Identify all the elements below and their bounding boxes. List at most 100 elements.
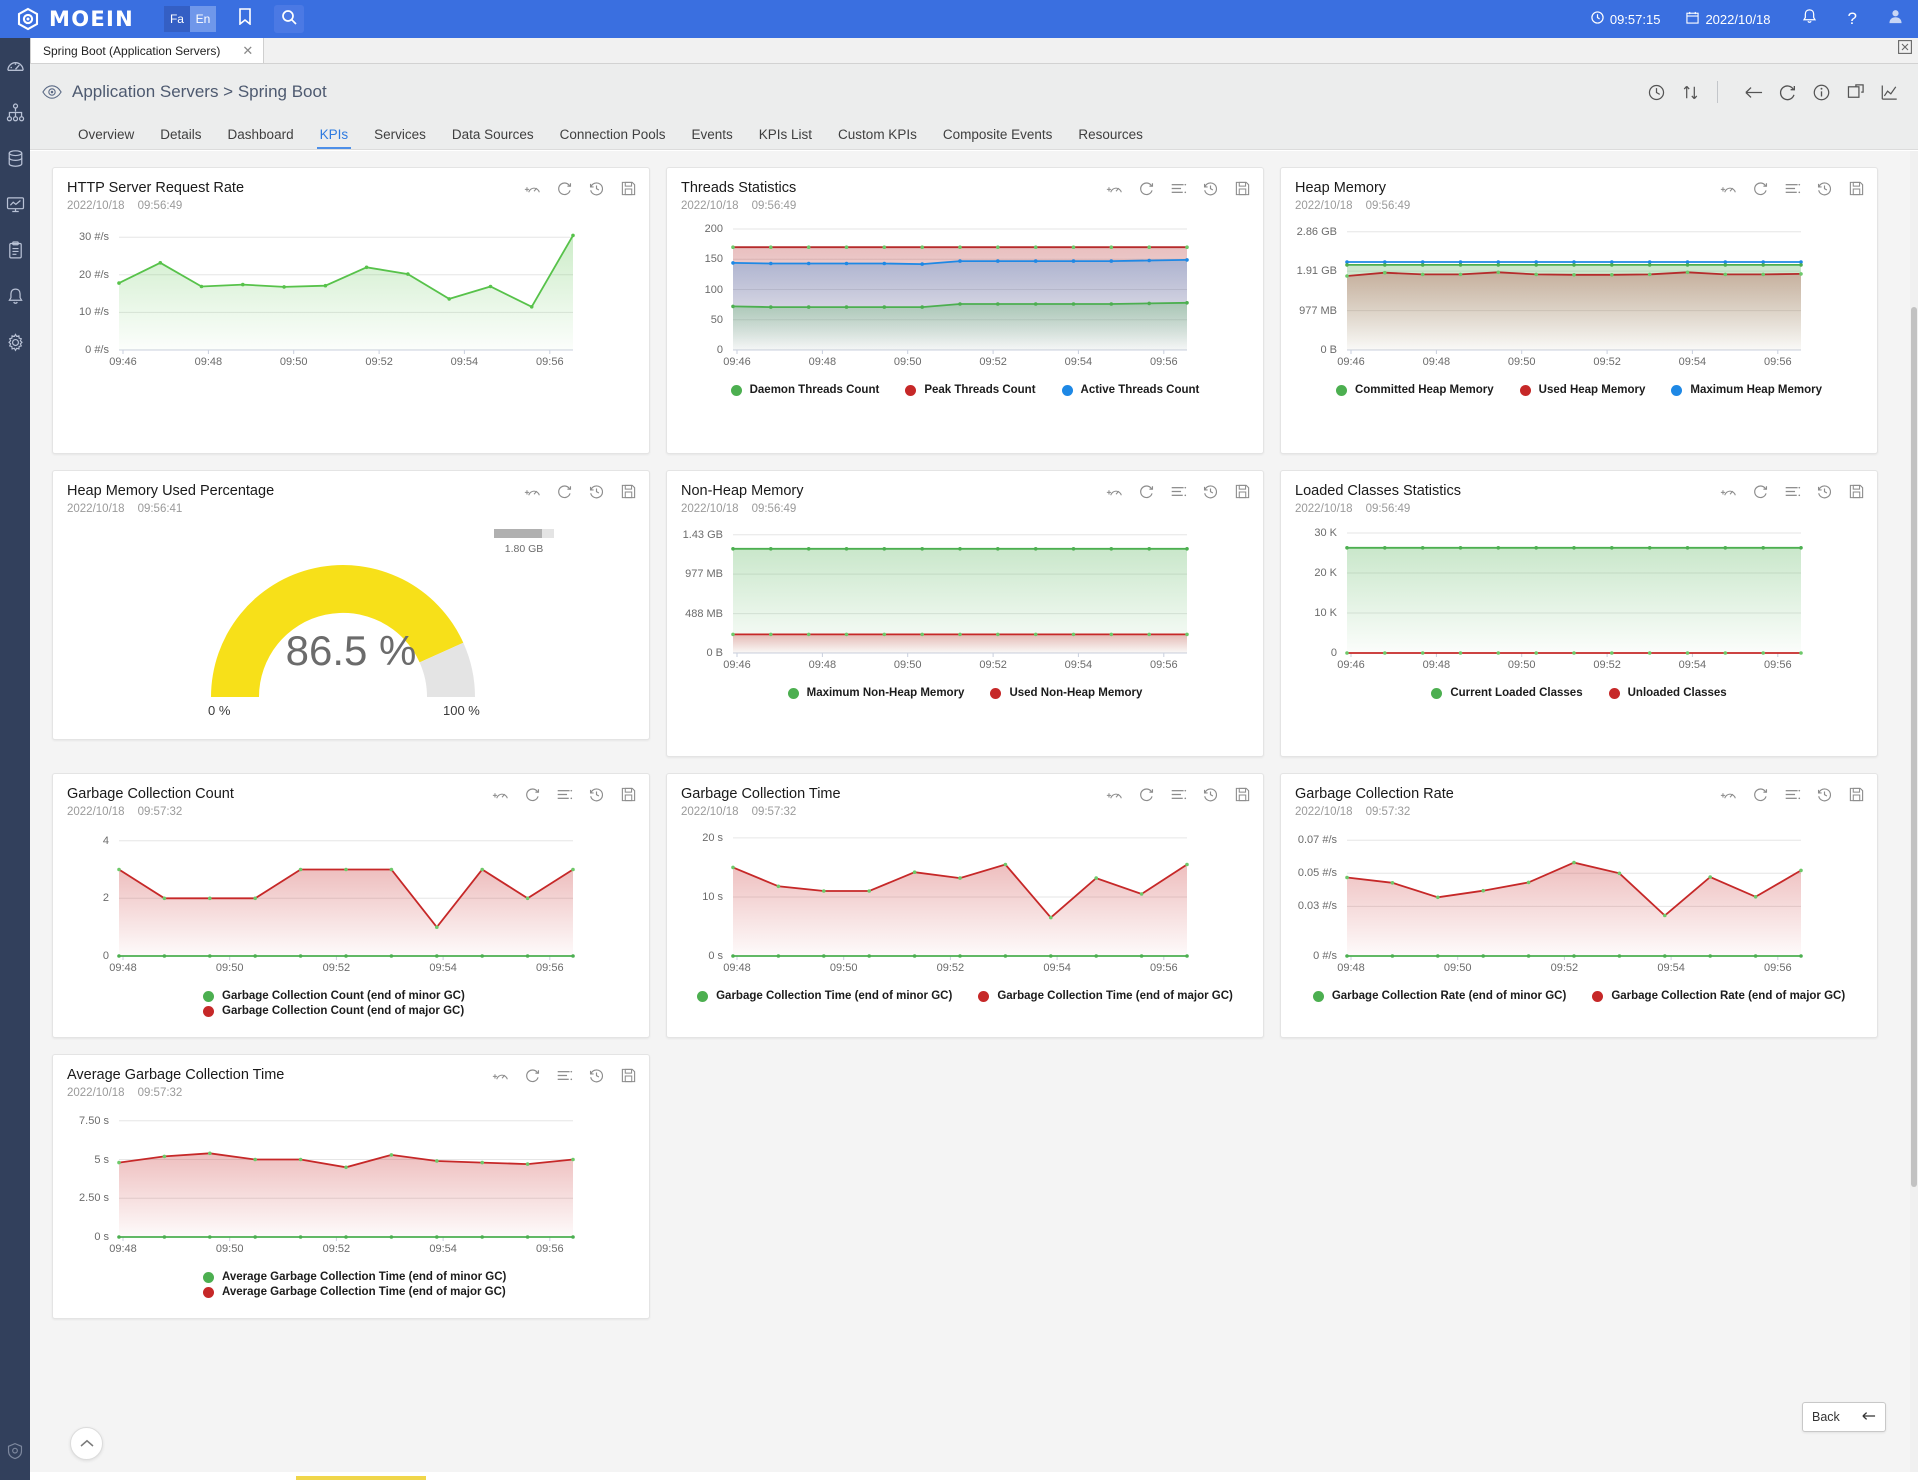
history-button[interactable] bbox=[588, 786, 605, 803]
sort-button[interactable] bbox=[1677, 79, 1703, 105]
list-settings-button[interactable] bbox=[556, 786, 573, 803]
refresh-button[interactable] bbox=[1138, 483, 1155, 500]
save-button[interactable] bbox=[620, 786, 637, 803]
legend-item[interactable]: Maximum Heap Memory bbox=[1671, 384, 1822, 396]
vertical-scrollbar-thumb[interactable] bbox=[1911, 307, 1917, 1187]
save-button[interactable] bbox=[1848, 483, 1865, 500]
tab-events[interactable]: Events bbox=[678, 120, 745, 149]
add-gauge-button[interactable] bbox=[1106, 180, 1123, 197]
add-gauge-button[interactable] bbox=[492, 1067, 509, 1084]
auto-refresh-button[interactable] bbox=[1643, 79, 1669, 105]
history-button[interactable] bbox=[1202, 483, 1219, 500]
sidebar-item-topology[interactable] bbox=[0, 100, 30, 130]
history-button[interactable] bbox=[1816, 483, 1833, 500]
back-button[interactable]: Back bbox=[1802, 1402, 1886, 1432]
legend-item[interactable]: Garbage Collection Rate (end of major GC… bbox=[1592, 990, 1845, 1002]
legend-item[interactable]: Average Garbage Collection Time (end of … bbox=[203, 1286, 506, 1298]
history-button[interactable] bbox=[1202, 786, 1219, 803]
history-button[interactable] bbox=[588, 483, 605, 500]
refresh-button[interactable] bbox=[1752, 483, 1769, 500]
legend-item[interactable]: Active Threads Count bbox=[1061, 384, 1199, 396]
close-icon[interactable]: ✕ bbox=[242, 43, 253, 59]
sidebar-item-database[interactable] bbox=[0, 146, 30, 176]
save-button[interactable] bbox=[620, 180, 637, 197]
user-menu-button[interactable] bbox=[1887, 8, 1904, 30]
legend-item[interactable]: Garbage Collection Time (end of minor GC… bbox=[697, 990, 952, 1002]
save-button[interactable] bbox=[1234, 483, 1251, 500]
scroll-to-top-button[interactable] bbox=[70, 1427, 103, 1460]
tab-resources[interactable]: Resources bbox=[1065, 120, 1156, 149]
list-settings-button[interactable] bbox=[1170, 180, 1187, 197]
list-settings-button[interactable] bbox=[1784, 786, 1801, 803]
bookmark-button[interactable] bbox=[230, 5, 260, 33]
legend-item[interactable]: Garbage Collection Time (end of major GC… bbox=[978, 990, 1233, 1002]
sidebar-item-reports[interactable] bbox=[0, 238, 30, 268]
legend-item[interactable]: Garbage Collection Count (end of major G… bbox=[203, 1005, 464, 1017]
tab-kpis[interactable]: KPIs bbox=[307, 120, 362, 149]
save-button[interactable] bbox=[1848, 180, 1865, 197]
tab-connection-pools[interactable]: Connection Pools bbox=[547, 120, 679, 149]
legend-item[interactable]: Current Loaded Classes bbox=[1431, 687, 1583, 699]
history-button[interactable] bbox=[588, 180, 605, 197]
history-button[interactable] bbox=[1816, 786, 1833, 803]
vertical-scrollbar-track[interactable] bbox=[1910, 151, 1918, 1480]
sidebar-item-monitoring[interactable] bbox=[0, 192, 30, 222]
tab-overview[interactable]: Overview bbox=[65, 120, 147, 149]
legend-item[interactable]: Garbage Collection Rate (end of minor GC… bbox=[1312, 990, 1566, 1002]
add-gauge-button[interactable] bbox=[524, 483, 541, 500]
tab-data-sources[interactable]: Data Sources bbox=[439, 120, 547, 149]
list-settings-button[interactable] bbox=[556, 1067, 573, 1084]
lang-en-button[interactable]: En bbox=[189, 6, 216, 32]
notifications-button[interactable] bbox=[1801, 8, 1818, 30]
tab-custom-kpis[interactable]: Custom KPIs bbox=[825, 120, 930, 149]
refresh-button[interactable] bbox=[524, 786, 541, 803]
history-button[interactable] bbox=[1816, 180, 1833, 197]
legend-item[interactable]: Used Heap Memory bbox=[1519, 384, 1645, 396]
list-settings-button[interactable] bbox=[1784, 180, 1801, 197]
refresh-button[interactable] bbox=[1752, 180, 1769, 197]
help-button[interactable]: ? bbox=[1848, 9, 1857, 29]
document-tab-spring-boot[interactable]: Spring Boot (Application Servers) ✕ bbox=[30, 37, 265, 63]
list-settings-button[interactable] bbox=[1170, 483, 1187, 500]
sidebar-item-settings[interactable] bbox=[0, 330, 30, 360]
add-gauge-button[interactable] bbox=[1720, 180, 1737, 197]
sidebar-item-alerts[interactable] bbox=[0, 284, 30, 314]
legend-item[interactable]: Daemon Threads Count bbox=[730, 384, 879, 396]
sidebar-item-security[interactable] bbox=[0, 1438, 30, 1468]
search-button[interactable] bbox=[273, 5, 304, 33]
list-settings-button[interactable] bbox=[1170, 786, 1187, 803]
tab-details[interactable]: Details bbox=[147, 120, 214, 149]
chart-view-button[interactable] bbox=[1876, 79, 1902, 105]
tab-kpis-list[interactable]: KPIs List bbox=[746, 120, 825, 149]
brand-logo[interactable]: MOEIN bbox=[16, 7, 134, 31]
language-switcher[interactable]: Fa En bbox=[163, 6, 216, 32]
refresh-button[interactable] bbox=[556, 483, 573, 500]
add-gauge-button[interactable] bbox=[1720, 483, 1737, 500]
save-button[interactable] bbox=[620, 483, 637, 500]
legend-item[interactable]: Unloaded Classes bbox=[1608, 687, 1727, 699]
navigate-back-button[interactable] bbox=[1740, 79, 1766, 105]
legend-item[interactable]: Maximum Non-Heap Memory bbox=[787, 687, 964, 699]
save-button[interactable] bbox=[620, 1067, 637, 1084]
save-button[interactable] bbox=[1234, 786, 1251, 803]
legend-item[interactable]: Average Garbage Collection Time (end of … bbox=[203, 1271, 506, 1283]
reload-button[interactable] bbox=[1774, 79, 1800, 105]
legend-item[interactable]: Garbage Collection Count (end of minor G… bbox=[203, 990, 465, 1002]
add-gauge-button[interactable] bbox=[524, 180, 541, 197]
add-gauge-button[interactable] bbox=[1106, 786, 1123, 803]
legend-item[interactable]: Used Non-Heap Memory bbox=[990, 687, 1142, 699]
refresh-button[interactable] bbox=[1752, 786, 1769, 803]
add-gauge-button[interactable] bbox=[1720, 786, 1737, 803]
add-gauge-button[interactable] bbox=[492, 786, 509, 803]
history-button[interactable] bbox=[1202, 180, 1219, 197]
tab-services[interactable]: Services bbox=[361, 120, 439, 149]
lang-fa-button[interactable]: Fa bbox=[163, 6, 190, 32]
sidebar-item-dashboard[interactable] bbox=[0, 54, 30, 84]
list-settings-button[interactable] bbox=[1784, 483, 1801, 500]
refresh-button[interactable] bbox=[1138, 180, 1155, 197]
save-button[interactable] bbox=[1848, 786, 1865, 803]
close-all-tabs-button[interactable] bbox=[1898, 40, 1912, 59]
legend-item[interactable]: Committed Heap Memory bbox=[1335, 384, 1494, 396]
refresh-button[interactable] bbox=[524, 1067, 541, 1084]
refresh-button[interactable] bbox=[1138, 786, 1155, 803]
